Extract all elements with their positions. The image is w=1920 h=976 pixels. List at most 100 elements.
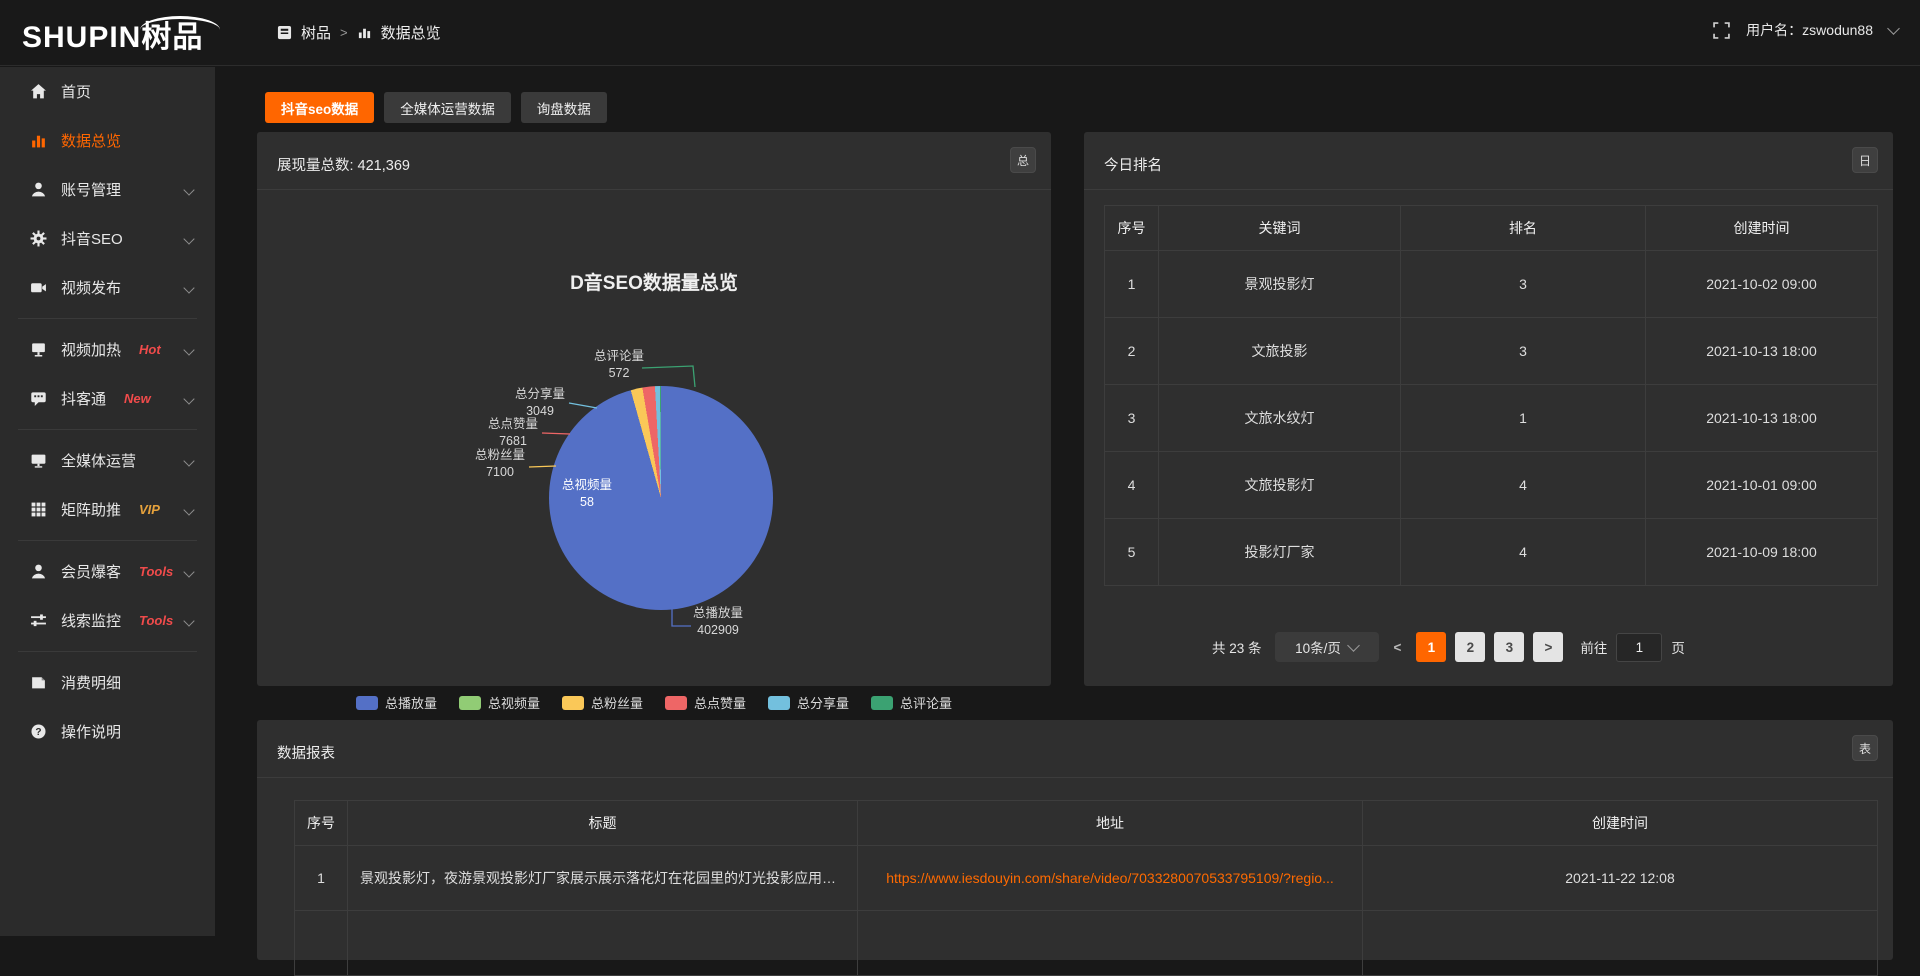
- sidebar-item-label: 全媒体运营: [61, 450, 136, 471]
- sidebar-item-label: 会员爆客: [61, 561, 121, 582]
- sidebar-item-label: 视频加热: [61, 339, 121, 360]
- sidebar-item-douyin-seo[interactable]: 抖音SEO: [0, 214, 215, 263]
- sidebar-item-label: 消费明细: [61, 672, 121, 693]
- sidebar-divider: [18, 429, 197, 430]
- legend-item-fans[interactable]: 总粉丝量: [562, 693, 643, 712]
- tools-badge: Tools: [139, 564, 173, 579]
- table-badge-button[interactable]: 表: [1852, 735, 1878, 761]
- page-button-2[interactable]: 2: [1455, 632, 1485, 662]
- grid-icon: [30, 501, 47, 518]
- sidebar-item-account-management[interactable]: 账号管理: [0, 165, 215, 214]
- legend-item-comments[interactable]: 总评论量: [871, 693, 952, 712]
- col-header-rank: 排名: [1401, 206, 1646, 251]
- legend-item-plays[interactable]: 总播放量: [356, 693, 437, 712]
- sidebar-item-home[interactable]: 首页: [0, 67, 215, 116]
- breadcrumb-separator: >: [340, 25, 348, 40]
- sidebar-item-member-burst[interactable]: 会员爆客 Tools: [0, 547, 215, 596]
- page-button-3[interactable]: 3: [1494, 632, 1524, 662]
- col-header-keyword: 关键词: [1159, 206, 1401, 251]
- col-header-created: 创建时间: [1646, 206, 1878, 251]
- chevron-down-icon: [183, 455, 194, 466]
- next-page-button[interactable]: >: [1533, 632, 1563, 662]
- ranking-panel-header: 今日排名 日: [1084, 132, 1893, 190]
- sidebar-item-video-heat[interactable]: 视频加热 Hot: [0, 325, 215, 374]
- username-label[interactable]: 用户名：zswodun88: [1746, 20, 1873, 40]
- table-row: 1 景观投影灯 3 2021-10-02 09:00: [1105, 251, 1878, 318]
- pie-label-comments: 总评论量 572: [564, 348, 674, 382]
- video-camera-icon: [30, 279, 47, 296]
- tab-douyin-seo-data[interactable]: 抖音seo数据: [265, 92, 374, 123]
- home-icon: [30, 83, 47, 100]
- video-link[interactable]: https://www.iesdouyin.com/share/video/70…: [858, 846, 1363, 911]
- fullscreen-icon[interactable]: [1713, 22, 1730, 39]
- report-table: 序号 标题 地址 创建时间 1 景观投影灯，夜游景观投影灯厂家展示展示落花灯在花…: [294, 800, 1878, 976]
- app-logo: SHUPIN树品: [22, 12, 203, 56]
- pie-label-fans: 总粉丝量 7100: [445, 447, 555, 481]
- monitor-icon: [30, 452, 47, 469]
- data-type-tabs: 抖音seo数据 全媒体运营数据 询盘数据: [265, 92, 607, 123]
- col-header-title: 标题: [348, 801, 858, 846]
- sidebar-item-omnimedia[interactable]: 全媒体运营: [0, 436, 215, 485]
- chevron-down-icon: [183, 344, 194, 355]
- chevron-down-icon: [183, 504, 194, 515]
- new-badge: New: [124, 391, 151, 406]
- sidebar-item-spend-detail[interactable]: 消费明细: [0, 658, 215, 707]
- table-row: 4 文旅投影灯 4 2021-10-01 09:00: [1105, 452, 1878, 519]
- sidebar-item-data-overview[interactable]: 数据总览: [0, 116, 215, 165]
- page-button-1[interactable]: 1: [1416, 632, 1446, 662]
- logo-arc-decoration: [140, 16, 220, 30]
- table-row: 1 景观投影灯，夜游景观投影灯厂家展示展示落花灯在花园里的灯光投影应用效果 #.…: [295, 846, 1878, 911]
- table-header-row: 序号 关键词 排名 创建时间: [1105, 206, 1878, 251]
- sidebar-item-label: 线索监控: [61, 610, 121, 631]
- tab-inquiry-data[interactable]: 询盘数据: [521, 92, 607, 123]
- legend-item-shares[interactable]: 总分享量: [768, 693, 849, 712]
- legend-swatch: [768, 696, 790, 710]
- sidebar-item-doukertong[interactable]: 抖客通 New: [0, 374, 215, 423]
- sidebar-item-instructions[interactable]: ? 操作说明: [0, 707, 215, 756]
- bar-chart-icon: [30, 132, 47, 149]
- chevron-down-icon: [183, 184, 194, 195]
- tab-omnimedia-data[interactable]: 全媒体运营数据: [384, 92, 511, 123]
- goto-label: 前往: [1580, 637, 1607, 657]
- total-badge-button[interactable]: 总: [1010, 147, 1036, 173]
- sidebar-item-lead-monitor[interactable]: 线索监控 Tools: [0, 596, 215, 645]
- breadcrumb-root[interactable]: 树品: [301, 22, 331, 43]
- legend-item-likes[interactable]: 总点赞量: [665, 693, 746, 712]
- sidebar-item-video-publish[interactable]: 视频发布: [0, 263, 215, 312]
- grid-small-icon: [277, 25, 292, 40]
- user-icon: [30, 181, 47, 198]
- sliders-icon: [30, 612, 47, 629]
- day-badge-button[interactable]: 日: [1852, 147, 1878, 173]
- table-row: 2 文旅投影 3 2021-10-13 18:00: [1105, 318, 1878, 385]
- sidebar-item-label: 数据总览: [61, 130, 121, 151]
- col-header-no: 序号: [295, 801, 348, 846]
- goto-page-input[interactable]: [1616, 633, 1662, 662]
- vip-badge: VIP: [139, 502, 160, 517]
- prev-page-button[interactable]: <: [1388, 640, 1408, 655]
- tools-badge: Tools: [139, 613, 173, 628]
- ranking-table: 序号 关键词 排名 创建时间 1 景观投影灯 3 2021-10-02 09:0…: [1104, 205, 1878, 586]
- chevron-down-icon: [183, 233, 194, 244]
- chart-title: D音SEO数据量总览: [257, 268, 1051, 295]
- table-row: [295, 911, 1878, 976]
- chevron-down-icon: [183, 282, 194, 293]
- sidebar-item-label: 视频发布: [61, 277, 121, 298]
- page-size-select[interactable]: 10条/页: [1275, 632, 1379, 662]
- sidebar-item-label: 首页: [61, 81, 91, 102]
- data-report-panel: 数据报表 表 序号 标题 地址 创建时间 1 景观投影灯，夜游景观投影灯厂家展示…: [257, 720, 1893, 960]
- pie-label-plays: 总播放量 402909: [663, 605, 773, 639]
- pie-chart-area: D音SEO数据量总览 总评论量 572 总分享量 3049 总点赞量 7681 …: [257, 190, 1051, 685]
- report-panel-title: 数据报表: [277, 742, 335, 763]
- col-header-url: 地址: [858, 801, 1363, 846]
- breadcrumb-current[interactable]: 数据总览: [381, 22, 441, 43]
- legend-swatch: [871, 696, 893, 710]
- chevron-down-icon: [183, 393, 194, 404]
- sidebar-item-matrix-boost[interactable]: 矩阵助推 VIP: [0, 485, 215, 534]
- question-icon: ?: [30, 723, 47, 740]
- sidebar-item-label: 矩阵助推: [61, 499, 121, 520]
- legend-item-videos[interactable]: 总视频量: [459, 693, 540, 712]
- sidebar-item-label: 账号管理: [61, 179, 121, 200]
- chevron-down-icon: [1887, 22, 1900, 35]
- top-header: SHUPIN树品 树品 > 数据总览 用户名：zswodun88: [0, 0, 1920, 66]
- sidebar-item-label: 操作说明: [61, 721, 121, 742]
